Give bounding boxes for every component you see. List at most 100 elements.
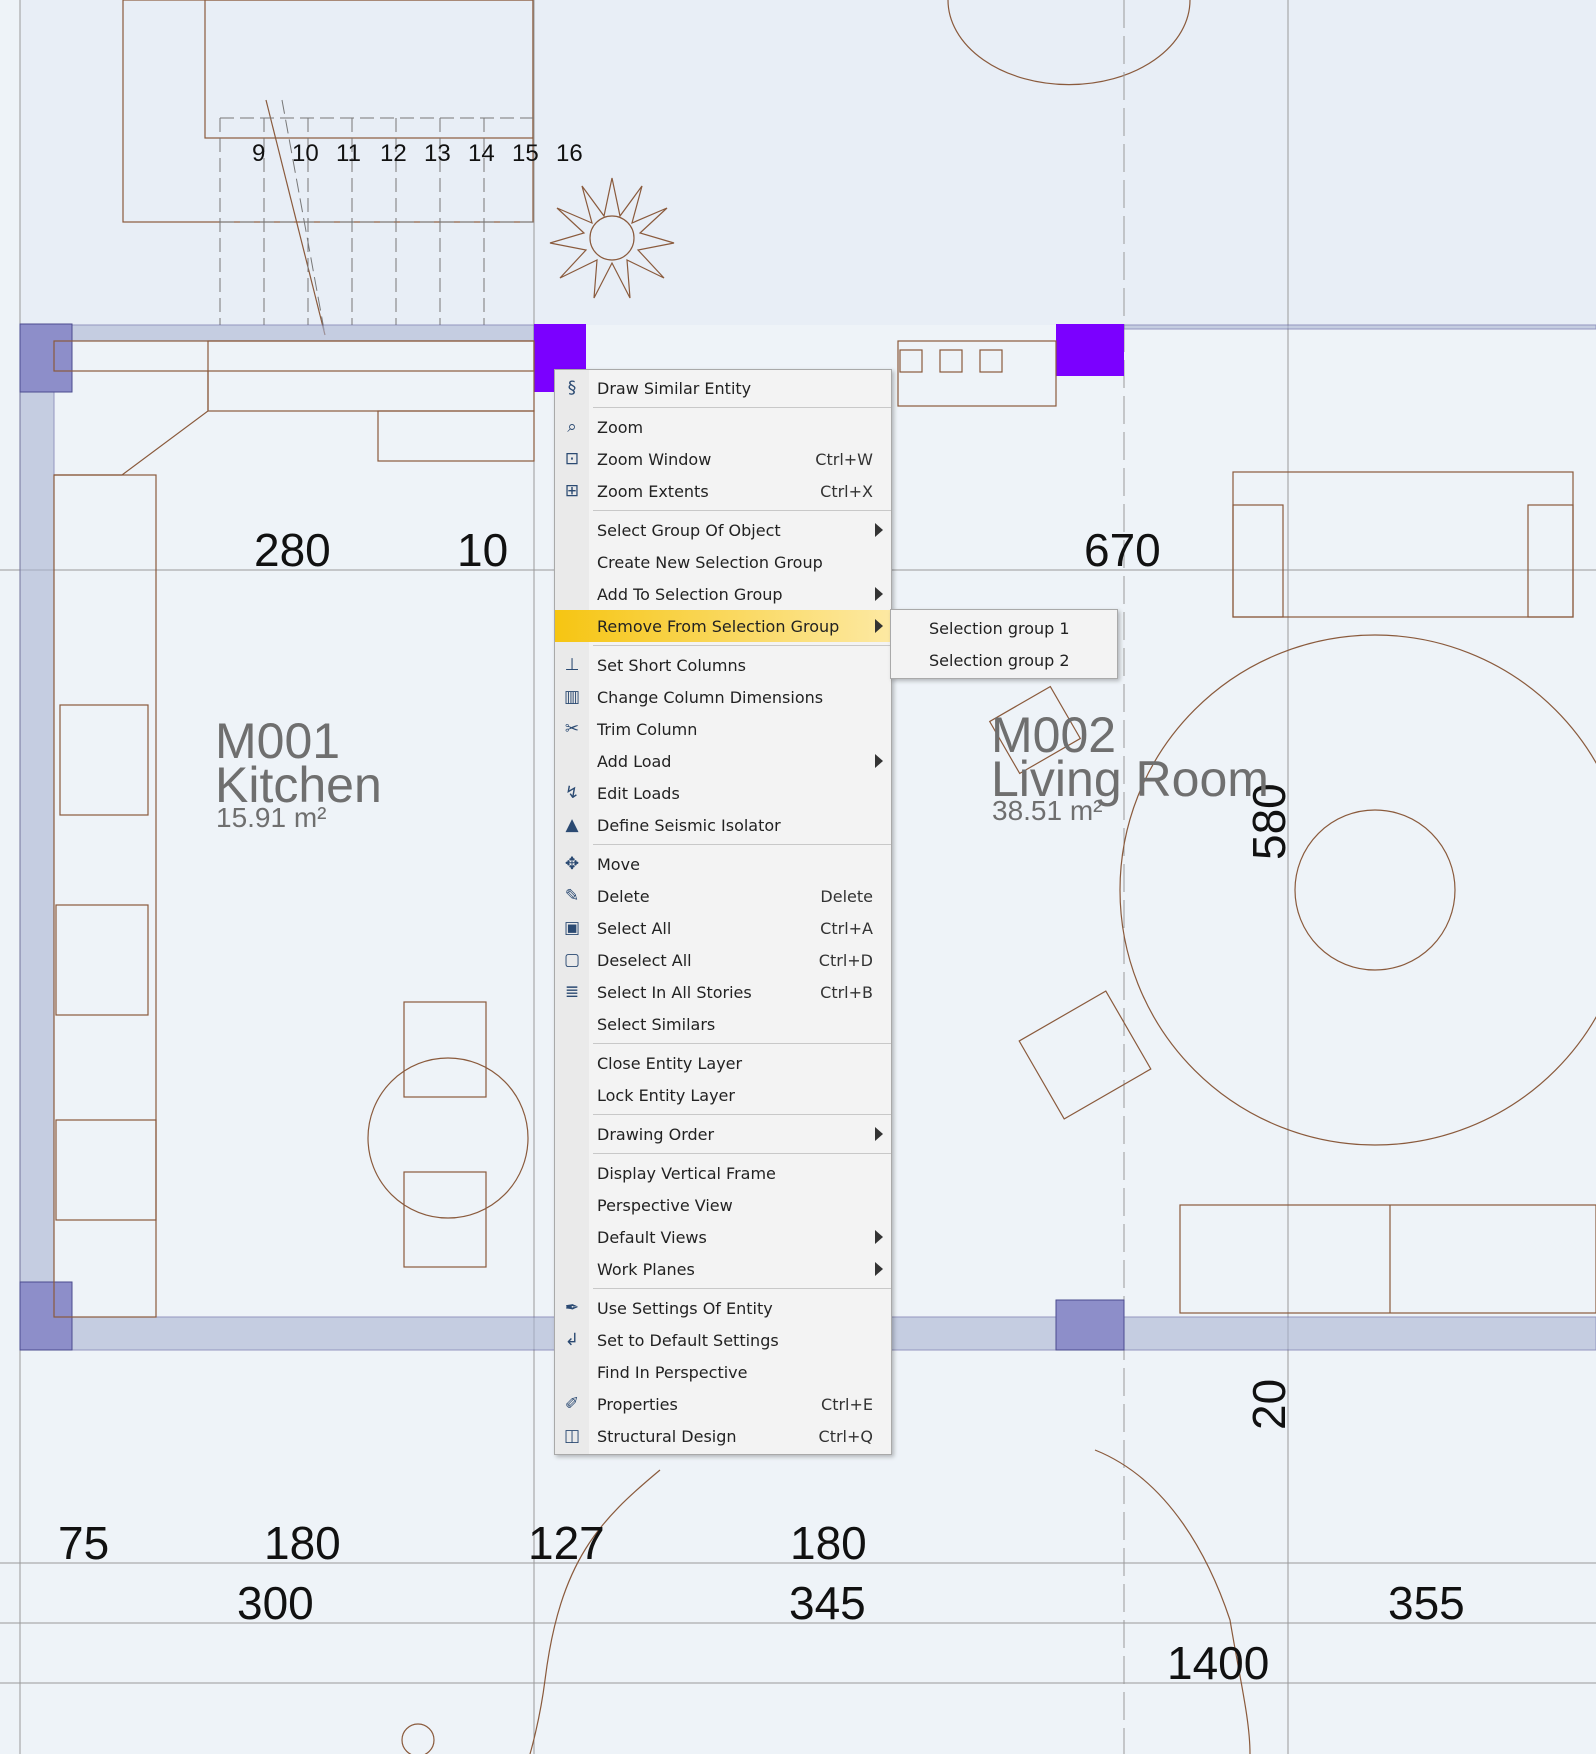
menu-separator (593, 1153, 891, 1154)
menu-item-add-to-selection-group[interactable]: Add To Selection Group (555, 578, 891, 610)
menu-item-label: Perspective View (597, 1195, 733, 1215)
menu-item-set-short-columns[interactable]: ⊥ Set Short Columns (555, 649, 891, 681)
menu-item-zoom-extents[interactable]: ⊞ Zoom Extents Ctrl+X (555, 475, 891, 507)
menu-icon-slot (555, 1189, 589, 1221)
dimension-label: 280 (254, 524, 331, 576)
menu-item-edit-loads[interactable]: ↯ Edit Loads (555, 777, 891, 809)
menu-item-remove-from-selection-group[interactable]: Remove From Selection Group (555, 610, 891, 642)
zoom-window-icon: ⊡ (564, 449, 580, 469)
submenu-arrow-icon (875, 1230, 883, 1244)
menu-item-label: Trim Column (597, 719, 698, 739)
menu-item-create-new-selection-group[interactable]: Create New Selection Group (555, 546, 891, 578)
menu-item-select-in-all-stories[interactable]: ≣ Select In All Stories Ctrl+B (555, 976, 891, 1008)
menu-item-drawing-order[interactable]: Drawing Order (555, 1118, 891, 1150)
dimension-label: 127 (528, 1517, 605, 1569)
submenu-arrow-icon (875, 587, 883, 601)
menu-item-label: Draw Similar Entity (597, 378, 752, 398)
menu-icon-slot (555, 745, 589, 777)
menu-item-display-vertical-frame[interactable]: Display Vertical Frame (555, 1157, 891, 1189)
submenu-item-selection-group-1[interactable]: Selection group 1 (891, 612, 1117, 644)
menu-item-properties[interactable]: ✐ Properties Ctrl+E (555, 1388, 891, 1420)
menu-item-label: Zoom Extents (597, 481, 709, 501)
menu-item-work-planes[interactable]: Work Planes (555, 1253, 891, 1285)
stair-number: 12 (380, 140, 407, 167)
menu-item-change-column-dimensions[interactable]: ▥ Change Column Dimensions (555, 681, 891, 713)
menu-item-define-seismic-isolator[interactable]: ▲ Define Seismic Isolator (555, 809, 891, 841)
stair-number: 13 (424, 140, 451, 167)
zoom-extents-icon: ⊞ (564, 481, 580, 501)
menu-separator (593, 1043, 891, 1044)
menu-item-find-in-perspective[interactable]: Find In Perspective (555, 1356, 891, 1388)
menu-icon-slot (555, 546, 589, 578)
zoom-icon: ⌕ (567, 417, 577, 437)
menu-item-label: Deselect All (597, 950, 692, 970)
dimension-label: 300 (237, 1577, 314, 1629)
default-settings-icon: ↲ (564, 1330, 580, 1350)
menu-item-trim-column[interactable]: ✂ Trim Column (555, 713, 891, 745)
menu-separator (593, 645, 891, 646)
short-columns-icon: ⊥ (564, 655, 580, 675)
menu-item-use-settings-of-entity[interactable]: ✒ Use Settings Of Entity (555, 1292, 891, 1324)
room-area: 15.91 m² (216, 802, 327, 833)
menu-separator (593, 844, 891, 845)
menu-item-default-views[interactable]: Default Views (555, 1221, 891, 1253)
stair-number: 10 (292, 140, 319, 167)
dimension-label: 1400 (1167, 1637, 1270, 1689)
menu-icon-slot (555, 1079, 589, 1111)
menu-item-set-to-default-settings[interactable]: ↲ Set to Default Settings (555, 1324, 891, 1356)
menu-icon-slot (555, 1221, 589, 1253)
menu-icon-slot (555, 1157, 589, 1189)
menu-item-zoom-window[interactable]: ⊡ Zoom Window Ctrl+W (555, 443, 891, 475)
menu-item-move[interactable]: ✥ Move (555, 848, 891, 880)
seismic-isolator-icon: ▲ (565, 815, 579, 835)
submenu-item-label: Selection group 1 (929, 618, 1070, 638)
menu-item-label: Change Column Dimensions (597, 687, 824, 707)
menu-item-lock-entity-layer[interactable]: Lock Entity Layer (555, 1079, 891, 1111)
dimension-label: 180 (264, 1517, 341, 1569)
menu-icon-slot (555, 1118, 589, 1150)
menu-item-label: Set to Default Settings (597, 1330, 779, 1350)
menu-item-perspective-view[interactable]: Perspective View (555, 1189, 891, 1221)
menu-icon-slot (555, 610, 589, 642)
menu-icon-slot (555, 1008, 589, 1040)
properties-icon: ✐ (564, 1394, 580, 1414)
menu-icon-slot (555, 1356, 589, 1388)
menu-icon-slot (555, 1253, 589, 1285)
menu-item-label: Add Load (597, 751, 672, 771)
menu-item-label: Select In All Stories (597, 982, 752, 1002)
menu-item-shortcut: Ctrl+A (820, 918, 873, 938)
deselect-all-icon: ▢ (563, 950, 581, 970)
select-all-icon: ▣ (563, 918, 581, 938)
menu-item-label: Select Similars (597, 1014, 716, 1034)
menu-item-label: Use Settings Of Entity (597, 1298, 773, 1318)
menu-item-label: Zoom Window (597, 449, 712, 469)
menu-item-label: Find In Perspective (597, 1362, 748, 1382)
menu-item-select-group-of-object[interactable]: Select Group Of Object (555, 514, 891, 546)
menu-item-label: Display Vertical Frame (597, 1163, 776, 1183)
menu-item-label: Structural Design (597, 1426, 737, 1446)
menu-item-label: Delete (597, 886, 650, 906)
menu-item-select-all[interactable]: ▣ Select All Ctrl+A (555, 912, 891, 944)
menu-separator (593, 1288, 891, 1289)
menu-icon-slot (555, 514, 589, 546)
menu-item-select-similars[interactable]: Select Similars (555, 1008, 891, 1040)
menu-item-label: Add To Selection Group (597, 584, 783, 604)
dimension-label: 180 (790, 1517, 867, 1569)
menu-item-label: Define Seismic Isolator (597, 815, 781, 835)
menu-icon-slot (555, 578, 589, 610)
dimension-label: 345 (789, 1577, 866, 1629)
draw-similar-icon: § (567, 378, 577, 398)
menu-item-shortcut: Ctrl+E (821, 1394, 873, 1414)
stair-number: 15 (512, 140, 539, 167)
submenu-arrow-icon (875, 523, 883, 537)
menu-item-add-load[interactable]: Add Load (555, 745, 891, 777)
menu-item-delete[interactable]: ✎ Delete Delete (555, 880, 891, 912)
submenu-item-selection-group-2[interactable]: Selection group 2 (891, 644, 1117, 676)
menu-item-draw-similar-entity[interactable]: § Draw Similar Entity (555, 372, 891, 404)
menu-separator (593, 510, 891, 511)
menu-item-shortcut: Delete (820, 886, 873, 906)
menu-item-deselect-all[interactable]: ▢ Deselect All Ctrl+D (555, 944, 891, 976)
menu-item-close-entity-layer[interactable]: Close Entity Layer (555, 1047, 891, 1079)
menu-item-zoom[interactable]: ⌕ Zoom (555, 411, 891, 443)
menu-item-structural-design[interactable]: ◫ Structural Design Ctrl+Q (555, 1420, 891, 1452)
